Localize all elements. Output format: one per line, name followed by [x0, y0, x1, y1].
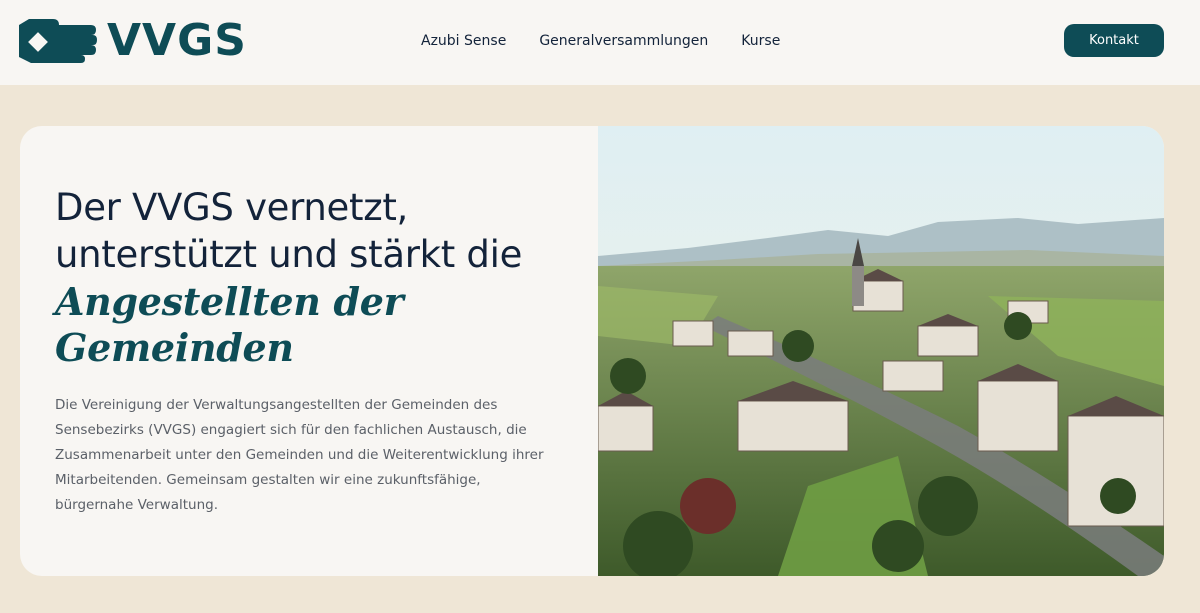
hero-description: Die Vereinigung der Verwaltungsangestell…: [55, 397, 544, 513]
headline-line-2: unterstützt und stärkt die: [55, 233, 523, 276]
headline-accent-line-2: Gemeinden: [55, 325, 294, 370]
logo-link[interactable]: VVGS: [19, 17, 247, 65]
headline-line-1: Der VVGS vernetzt,: [55, 186, 409, 229]
aerial-village-photo: [598, 126, 1164, 576]
nav-item-kurse[interactable]: Kurse: [741, 31, 780, 51]
hero-headline: Der VVGS vernetzt, unterstützt und stärk…: [55, 184, 575, 371]
hand-logo-icon: [19, 19, 97, 63]
logo-wordmark: VVGS: [107, 15, 247, 66]
hero-text: Der VVGS vernetzt, unterstützt und stärk…: [55, 184, 575, 518]
hero-card: Der VVGS vernetzt, unterstützt und stärk…: [20, 126, 1164, 576]
nav-item-generalversammlungen[interactable]: Generalversammlungen: [539, 31, 708, 51]
headline-accent: Angestellten der Gemeinden: [55, 279, 575, 371]
contact-button[interactable]: Kontakt: [1064, 24, 1164, 57]
main-nav: Azubi Sense Generalversammlungen Kurse: [421, 31, 813, 51]
nav-item-azubi-sense[interactable]: Azubi Sense: [421, 31, 506, 51]
site-header: VVGS Azubi Sense Generalversammlungen Ku…: [0, 0, 1200, 85]
headline-accent-line-1: Angestellten der: [55, 279, 404, 324]
